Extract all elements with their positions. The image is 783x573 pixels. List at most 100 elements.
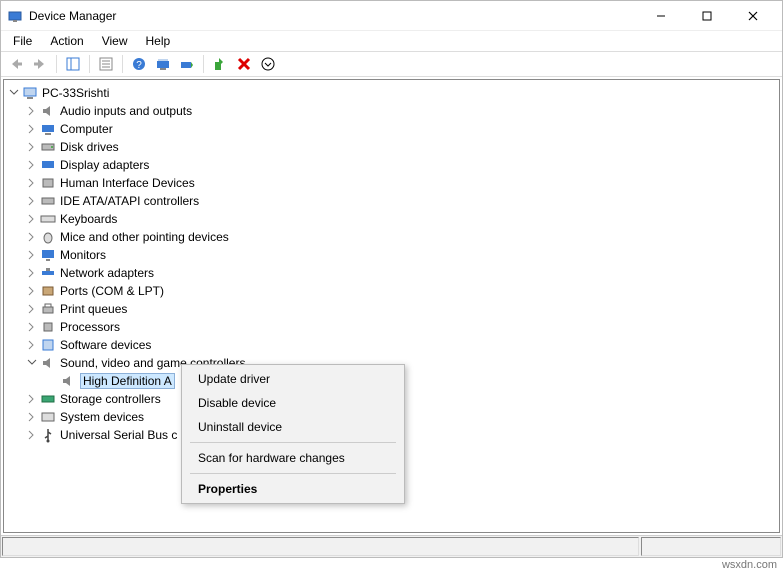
- root-label: PC-33Srishti: [42, 86, 109, 100]
- cpu-icon: [40, 319, 56, 335]
- category-label: Network adapters: [60, 266, 154, 280]
- svg-text:?: ?: [136, 60, 142, 71]
- ctx-update-driver[interactable]: Update driver: [184, 367, 402, 391]
- expander-icon[interactable]: [26, 123, 38, 135]
- category-disk-drives[interactable]: Disk drives: [6, 138, 777, 156]
- menu-action[interactable]: Action: [42, 32, 91, 50]
- context-menu: Update driver Disable device Uninstall d…: [181, 364, 405, 504]
- toolbar-separator: [122, 55, 123, 73]
- ctx-disable-device[interactable]: Disable device: [184, 391, 402, 415]
- help-button[interactable]: ?: [128, 53, 150, 75]
- expander-icon[interactable]: [26, 339, 38, 351]
- enable-device-button[interactable]: [209, 53, 231, 75]
- menu-file[interactable]: File: [5, 32, 40, 50]
- category-label: Computer: [60, 122, 113, 136]
- expander-icon[interactable]: [26, 177, 38, 189]
- audio-icon: [60, 373, 76, 389]
- uninstall-device-button[interactable]: [233, 53, 255, 75]
- category-print-queues[interactable]: Print queues: [6, 300, 777, 318]
- expander-icon[interactable]: [26, 303, 38, 315]
- menu-view[interactable]: View: [94, 32, 136, 50]
- ctx-uninstall-device[interactable]: Uninstall device: [184, 415, 402, 439]
- computer-icon: [22, 85, 38, 101]
- display-icon: [40, 157, 56, 173]
- close-button[interactable]: [730, 2, 776, 30]
- category-label: Print queues: [60, 302, 127, 316]
- mouse-icon: [40, 229, 56, 245]
- statusbar-pane: [641, 537, 781, 556]
- expander-icon[interactable]: [26, 105, 38, 117]
- device-tree[interactable]: PC-33Srishti Audio inputs and outputs Co…: [3, 79, 780, 533]
- audio-icon: [40, 103, 56, 119]
- expander-icon[interactable]: [8, 87, 20, 99]
- minimize-button[interactable]: [638, 2, 684, 30]
- expander-icon[interactable]: [26, 141, 38, 153]
- expander-icon[interactable]: [26, 231, 38, 243]
- properties-button[interactable]: [95, 53, 117, 75]
- expander-icon[interactable]: [26, 429, 38, 441]
- update-driver-button[interactable]: [176, 53, 198, 75]
- titlebar: Device Manager: [1, 1, 782, 31]
- category-label: Disk drives: [60, 140, 119, 154]
- forward-button[interactable]: [29, 53, 51, 75]
- category-label: Human Interface Devices: [60, 176, 195, 190]
- menu-help[interactable]: Help: [138, 32, 179, 50]
- category-label: Ports (COM & LPT): [60, 284, 164, 298]
- category-network[interactable]: Network adapters: [6, 264, 777, 282]
- ide-icon: [40, 193, 56, 209]
- network-icon: [40, 265, 56, 281]
- storage-icon: [40, 391, 56, 407]
- expander-icon[interactable]: [26, 249, 38, 261]
- category-keyboards[interactable]: Keyboards: [6, 210, 777, 228]
- expander-icon[interactable]: [26, 213, 38, 225]
- category-ide[interactable]: IDE ATA/ATAPI controllers: [6, 192, 777, 210]
- expander-icon[interactable]: [26, 411, 38, 423]
- caption-buttons: [638, 2, 776, 30]
- expander-icon[interactable]: [26, 159, 38, 171]
- toolbar-separator: [56, 55, 57, 73]
- category-display-adapters[interactable]: Display adapters: [6, 156, 777, 174]
- ports-icon: [40, 283, 56, 299]
- category-processors[interactable]: Processors: [6, 318, 777, 336]
- system-icon: [40, 409, 56, 425]
- maximize-button[interactable]: [684, 2, 730, 30]
- expander-icon[interactable]: [26, 393, 38, 405]
- expander-icon[interactable]: [26, 195, 38, 207]
- menubar: File Action View Help: [1, 31, 782, 51]
- category-monitors[interactable]: Monitors: [6, 246, 777, 264]
- audio-icon: [40, 355, 56, 371]
- category-hid[interactable]: Human Interface Devices: [6, 174, 777, 192]
- ctx-separator: [190, 473, 396, 474]
- category-mice[interactable]: Mice and other pointing devices: [6, 228, 777, 246]
- ctx-separator: [190, 442, 396, 443]
- expander-icon[interactable]: [26, 285, 38, 297]
- usb-icon: [40, 427, 56, 443]
- ctx-properties[interactable]: Properties: [184, 477, 402, 501]
- category-audio[interactable]: Audio inputs and outputs: [6, 102, 777, 120]
- computer-icon: [40, 121, 56, 137]
- expander-icon[interactable]: [26, 357, 38, 369]
- down-arrow-button[interactable]: [257, 53, 279, 75]
- category-label: Processors: [60, 320, 120, 334]
- category-computer[interactable]: Computer: [6, 120, 777, 138]
- expander-icon[interactable]: [26, 267, 38, 279]
- back-button[interactable]: [5, 53, 27, 75]
- printer-icon: [40, 301, 56, 317]
- software-icon: [40, 337, 56, 353]
- show-hide-tree-button[interactable]: [62, 53, 84, 75]
- scan-button[interactable]: [152, 53, 174, 75]
- hid-icon: [40, 175, 56, 191]
- window-title: Device Manager: [29, 9, 116, 23]
- ctx-scan-hardware[interactable]: Scan for hardware changes: [184, 446, 402, 470]
- device-label: High Definition A: [80, 373, 175, 389]
- category-label: Universal Serial Bus c: [60, 428, 177, 442]
- expander-icon[interactable]: [26, 321, 38, 333]
- monitor-icon: [40, 247, 56, 263]
- tree-root[interactable]: PC-33Srishti: [6, 84, 777, 102]
- category-software-devices[interactable]: Software devices: [6, 336, 777, 354]
- disk-icon: [40, 139, 56, 155]
- category-ports[interactable]: Ports (COM & LPT): [6, 282, 777, 300]
- category-label: Audio inputs and outputs: [60, 104, 192, 118]
- category-label: Software devices: [60, 338, 151, 352]
- category-label: IDE ATA/ATAPI controllers: [60, 194, 199, 208]
